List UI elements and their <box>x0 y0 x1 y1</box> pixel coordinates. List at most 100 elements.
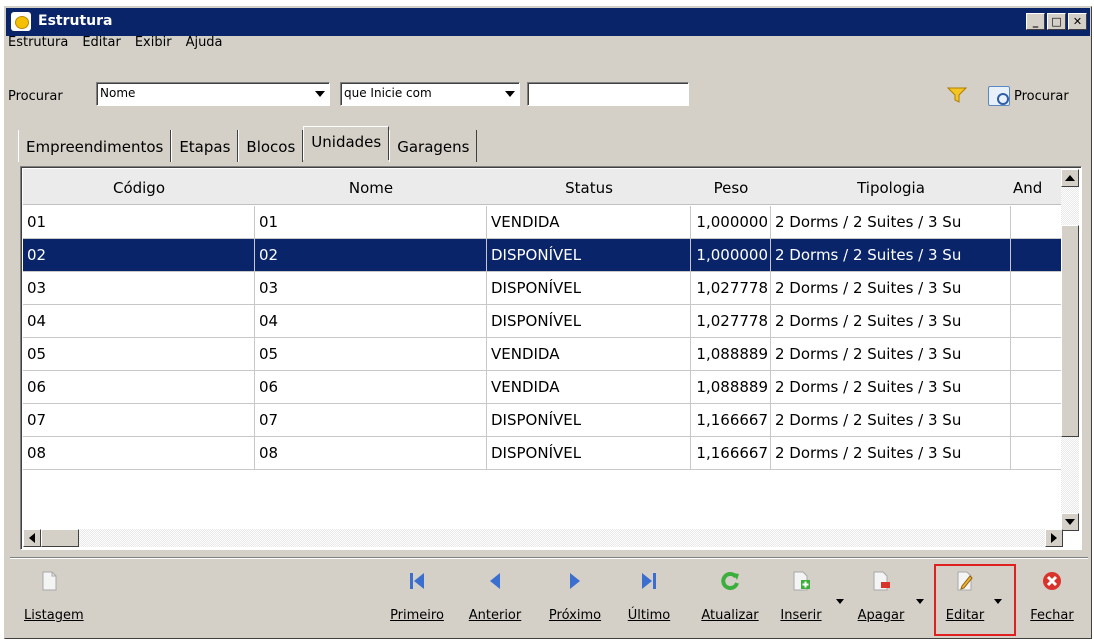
listagem-button[interactable]: Listagem <box>14 562 84 632</box>
maximize-button[interactable]: □ <box>1047 13 1066 30</box>
column-header-andar[interactable]: And <box>1013 169 1063 205</box>
cell-status: VENDIDA <box>487 206 691 239</box>
search-mode-value: que Inicie com <box>344 86 432 100</box>
app-helmet-icon <box>11 12 31 31</box>
column-header-nome[interactable]: Nome <box>255 169 487 205</box>
scroll-down-button[interactable] <box>1061 513 1079 531</box>
minimize-button[interactable]: _ <box>1026 13 1045 30</box>
apagar-label: Apagar <box>857 608 905 623</box>
horizontal-scrollbar[interactable] <box>23 529 1063 547</box>
cell-peso: 1,027778 <box>691 305 771 338</box>
apagar-dropdown-icon[interactable] <box>916 599 924 604</box>
cell-nome: 06 <box>255 371 487 404</box>
tab-empreendimentos[interactable]: Empreendimentos <box>18 130 172 162</box>
cell-peso: 1,000000 <box>691 239 771 272</box>
cell-status: VENDIDA <box>487 338 691 371</box>
menu-ajuda[interactable]: Ajuda <box>186 33 231 55</box>
cell-codigo: 05 <box>23 338 255 371</box>
tab-garagens[interactable]: Garagens <box>389 130 478 162</box>
grid-header: Código Nome Status Peso Tipologia And <box>23 169 1063 205</box>
cell-tipologia: 2 Dorms / 2 Suites / 3 Su <box>771 206 1011 239</box>
anterior-label: Anterior <box>468 608 522 623</box>
cell-peso: 1,088889 <box>691 338 771 371</box>
vertical-scrollbar[interactable] <box>1061 169 1079 531</box>
tab-blocos[interactable]: Blocos <box>238 130 304 162</box>
cell-nome: 01 <box>255 206 487 239</box>
menu-bar: Estrutura Editar Exibir Ajuda <box>8 33 237 55</box>
table-row[interactable]: 01 01 VENDIDA 1,000000 2 Dorms / 2 Suites / … <box>23 206 1063 239</box>
close-window-button[interactable]: ✕ <box>1068 13 1087 30</box>
cell-codigo: 04 <box>23 305 255 338</box>
search-input[interactable] <box>527 82 689 106</box>
cell-peso: 1,027778 <box>691 272 771 305</box>
cell-codigo: 02 <box>23 239 255 272</box>
cell-tipologia: 2 Dorms / 2 Suites / 3 Su <box>771 272 1011 305</box>
arrow-right-icon <box>1051 533 1057 543</box>
scroll-up-button[interactable] <box>1061 169 1079 187</box>
primeiro-button[interactable]: Primeiro <box>384 562 450 632</box>
cell-status: DISPONÍVEL <box>487 272 691 305</box>
cell-peso: 1,166667 <box>691 404 771 437</box>
search-label: Procurar <box>8 89 63 104</box>
horizontal-scroll-thumb[interactable] <box>41 529 79 547</box>
toolbar-separator <box>10 557 1088 559</box>
column-header-codigo[interactable]: Código <box>23 169 255 205</box>
column-header-tipologia[interactable]: Tipologia <box>771 169 1011 205</box>
table-row[interactable]: 04 04 DISPONÍVEL 1,027778 2 Dorms / 2 Suites… <box>23 305 1063 338</box>
search-button[interactable]: Procurar <box>988 85 1069 107</box>
window-title: Estrutura <box>38 13 113 29</box>
cell-codigo: 07 <box>23 404 255 437</box>
table-row[interactable]: 07 07 DISPONÍVEL 1,166667 2 Dorms / 2 Suites… <box>23 404 1063 437</box>
cell-tipologia: 2 Dorms / 2 Suites / 3 Su <box>771 437 1011 470</box>
table-row[interactable]: 03 03 DISPONÍVEL 1,027778 2 Dorms / 2 Suites… <box>23 272 1063 305</box>
proximo-button[interactable]: Próximo <box>540 562 610 632</box>
cell-andar <box>1011 272 1063 305</box>
cell-status: VENDIDA <box>487 371 691 404</box>
table-row[interactable]: 05 05 VENDIDA 1,088889 2 Dorms / 2 Suites / … <box>23 338 1063 371</box>
first-record-icon <box>410 573 424 589</box>
cell-tipologia: 2 Dorms / 2 Suites / 3 Su <box>771 338 1011 371</box>
listagem-label: Listagem <box>24 608 84 623</box>
menu-editar[interactable]: Editar <box>82 33 129 55</box>
arrow-left-icon <box>29 533 35 543</box>
cell-tipologia: 2 Dorms / 2 Suites / 3 Su <box>771 239 1011 272</box>
proximo-label: Próximo <box>548 608 602 623</box>
next-record-icon <box>570 573 580 589</box>
delete-document-icon <box>873 571 890 591</box>
inserir-dropdown-icon[interactable] <box>836 599 844 604</box>
cell-status: DISPONÍVEL <box>487 404 691 437</box>
cell-nome: 08 <box>255 437 487 470</box>
bottom-toolbar: Listagem Primeiro Anterior Próximo Últim… <box>0 562 1094 637</box>
cell-codigo: 01 <box>23 206 255 239</box>
ultimo-label: Último <box>627 608 671 623</box>
cell-nome: 02 <box>255 239 487 272</box>
search-button-label: Procurar <box>1014 88 1069 104</box>
last-record-icon <box>642 573 656 589</box>
fechar-button[interactable]: Fechar <box>1022 562 1082 632</box>
cell-nome: 04 <box>255 305 487 338</box>
table-row[interactable]: 08 08 DISPONÍVEL 1,166667 2 Dorms / 2 Suites… <box>23 437 1063 470</box>
cell-codigo: 08 <box>23 437 255 470</box>
menu-exibir[interactable]: Exibir <box>135 33 180 55</box>
cell-tipologia: 2 Dorms / 2 Suites / 3 Su <box>771 305 1011 338</box>
scroll-right-button[interactable] <box>1045 529 1063 547</box>
ultimo-button[interactable]: Último <box>616 562 682 632</box>
column-header-peso[interactable]: Peso <box>691 169 771 205</box>
column-header-status[interactable]: Status <box>487 169 691 205</box>
table-row[interactable]: 06 06 VENDIDA 1,088889 2 Dorms / 2 Suites / … <box>23 371 1063 404</box>
scroll-left-button[interactable] <box>23 529 41 547</box>
inserir-button[interactable]: Inserir <box>770 562 832 632</box>
apagar-button[interactable]: Apagar <box>848 562 914 632</box>
search-field-select[interactable]: Nome <box>96 82 330 106</box>
cell-peso: 1,000000 <box>691 206 771 239</box>
tab-unidades[interactable]: Unidades <box>303 126 390 160</box>
table-row[interactable]: 02 02 DISPONÍVEL 1,000000 2 Dorms / 2 Suites… <box>23 239 1063 272</box>
cell-andar <box>1011 239 1063 272</box>
tab-etapas[interactable]: Etapas <box>171 130 239 162</box>
vertical-scroll-thumb[interactable] <box>1061 225 1079 437</box>
anterior-button[interactable]: Anterior <box>460 562 530 632</box>
filter-icon[interactable] <box>947 87 967 103</box>
atualizar-button[interactable]: Atualizar <box>694 562 766 632</box>
menu-estrutura[interactable]: Estrutura <box>8 33 76 55</box>
search-mode-select[interactable]: que Inicie com <box>340 82 520 106</box>
